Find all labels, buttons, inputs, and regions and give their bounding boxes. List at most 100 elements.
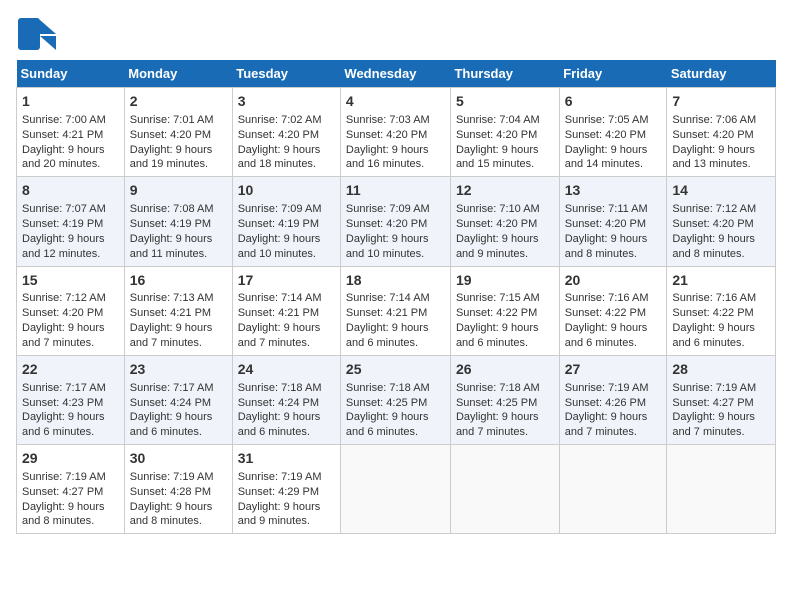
sunset-label: Sunset: 4:23 PM xyxy=(22,397,103,409)
sunset-label: Sunset: 4:27 PM xyxy=(22,486,103,498)
calendar-day-31: 31Sunrise: 7:19 AMSunset: 4:29 PMDayligh… xyxy=(232,445,340,534)
calendar-day-29: 29Sunrise: 7:19 AMSunset: 4:27 PMDayligh… xyxy=(17,445,125,534)
sunrise-label: Sunrise: 7:09 AM xyxy=(238,203,322,215)
sunrise-label: Sunrise: 7:11 AM xyxy=(565,203,648,215)
day-number: 16 xyxy=(130,271,227,290)
calendar-day-11: 11Sunrise: 7:09 AMSunset: 4:20 PMDayligh… xyxy=(340,177,450,266)
calendar-body: 1Sunrise: 7:00 AMSunset: 4:21 PMDaylight… xyxy=(17,88,776,534)
sunset-label: Sunset: 4:20 PM xyxy=(672,129,753,141)
day-number: 24 xyxy=(238,360,335,379)
daylight-label: Daylight: 9 hours and 8 minutes. xyxy=(130,501,213,528)
daylight-label: Daylight: 9 hours and 6 minutes. xyxy=(456,322,539,349)
sunrise-label: Sunrise: 7:15 AM xyxy=(456,292,540,304)
sunset-label: Sunset: 4:20 PM xyxy=(565,218,646,230)
daylight-label: Daylight: 9 hours and 6 minutes. xyxy=(130,411,213,438)
day-number: 30 xyxy=(130,449,227,468)
empty-cell xyxy=(340,445,450,534)
daylight-label: Daylight: 9 hours and 6 minutes. xyxy=(238,411,321,438)
header-wednesday: Wednesday xyxy=(340,60,450,88)
calendar-day-14: 14Sunrise: 7:12 AMSunset: 4:20 PMDayligh… xyxy=(667,177,776,266)
empty-cell xyxy=(559,445,667,534)
calendar-day-27: 27 Sunrise: 7:19 AM Sunset: 4:26 PM Dayligh… xyxy=(559,355,667,444)
day-number: 6 xyxy=(565,92,662,111)
sunset-label: Sunset: 4:25 PM xyxy=(346,397,427,409)
header-thursday: Thursday xyxy=(450,60,559,88)
daylight-label: Daylight: 9 hours and 7 minutes. xyxy=(456,411,539,438)
daylight-label: Daylight: 9 hours and 6 minutes. xyxy=(346,411,429,438)
sunset-label: Sunset: 4:19 PM xyxy=(238,218,319,230)
sunrise-label: Sunrise: 7:19 AM xyxy=(130,471,214,483)
daylight-label: Daylight: 9 hours and 16 minutes. xyxy=(346,144,429,171)
sunset-label: Sunset: 4:21 PM xyxy=(130,307,211,319)
day-number: 1 xyxy=(22,92,119,111)
calendar-day-1: 1Sunrise: 7:00 AMSunset: 4:21 PMDaylight… xyxy=(17,88,125,177)
daylight-label: Daylight: 9 hours and 7 minutes. xyxy=(565,411,648,438)
sunset-label: Sunset: 4:24 PM xyxy=(238,397,319,409)
daylight-label: Daylight: 9 hours and 13 minutes. xyxy=(672,144,755,171)
calendar-day-4: 4Sunrise: 7:03 AMSunset: 4:20 PMDaylight… xyxy=(340,88,450,177)
sunset-label: Sunset: 4:20 PM xyxy=(22,307,103,319)
day-number: 21 xyxy=(672,271,770,290)
calendar-week-2: 8Sunrise: 7:07 AMSunset: 4:19 PMDaylight… xyxy=(17,177,776,266)
header-saturday: Saturday xyxy=(667,60,776,88)
calendar-day-7: 7Sunrise: 7:06 AMSunset: 4:20 PMDaylight… xyxy=(667,88,776,177)
calendar-day-26: 26Sunrise: 7:18 AMSunset: 4:25 PMDayligh… xyxy=(450,355,559,444)
calendar-day-8: 8Sunrise: 7:07 AMSunset: 4:19 PMDaylight… xyxy=(17,177,125,266)
sunset-label: Sunset: 4:21 PM xyxy=(22,129,103,141)
day-number: 9 xyxy=(130,181,227,200)
calendar-day-19: 19Sunrise: 7:15 AMSunset: 4:22 PMDayligh… xyxy=(450,266,559,355)
sunset-label: Sunset: 4:20 PM xyxy=(565,129,646,141)
calendar-day-20: 20Sunrise: 7:16 AMSunset: 4:22 PMDayligh… xyxy=(559,266,667,355)
calendar-day-10: 10Sunrise: 7:09 AMSunset: 4:19 PMDayligh… xyxy=(232,177,340,266)
sunrise-label: Sunrise: 7:07 AM xyxy=(22,203,106,215)
sunrise-label: Sunrise: 7:19 AM xyxy=(565,382,649,394)
sunrise-label: Sunrise: 7:14 AM xyxy=(346,292,430,304)
calendar-day-16: 16 Sunrise: 7:13 AM Sunset: 4:21 PM Dayligh… xyxy=(124,266,232,355)
day-number: 4 xyxy=(346,92,445,111)
sunrise-label: Sunrise: 7:10 AM xyxy=(456,203,540,215)
daylight-label: Daylight: 9 hours and 7 minutes. xyxy=(130,322,213,349)
calendar-day-21: 21Sunrise: 7:16 AMSunset: 4:22 PMDayligh… xyxy=(667,266,776,355)
sunrise-label: Sunrise: 7:17 AM xyxy=(130,382,214,394)
sunrise-label: Sunrise: 7:02 AM xyxy=(238,114,322,126)
day-number: 7 xyxy=(672,92,770,111)
empty-cell xyxy=(450,445,559,534)
day-number: 27 xyxy=(565,360,662,379)
daylight-label: Daylight: 9 hours and 7 minutes. xyxy=(672,411,755,438)
sunset-label: Sunset: 4:29 PM xyxy=(238,486,319,498)
daylight-label: Daylight: 9 hours and 6 minutes. xyxy=(565,322,648,349)
sunrise-label: Sunrise: 7:16 AM xyxy=(672,292,756,304)
daylight-label: Daylight: 9 hours and 19 minutes. xyxy=(130,144,213,171)
calendar-day-30: 30Sunrise: 7:19 AMSunset: 4:28 PMDayligh… xyxy=(124,445,232,534)
day-number: 13 xyxy=(565,181,662,200)
sunrise-label: Sunrise: 7:19 AM xyxy=(238,471,322,483)
day-number: 17 xyxy=(238,271,335,290)
sunset-label: Sunset: 4:20 PM xyxy=(456,218,537,230)
calendar-day-3: 3Sunrise: 7:02 AMSunset: 4:20 PMDaylight… xyxy=(232,88,340,177)
sunset-label: Sunset: 4:22 PM xyxy=(565,307,646,319)
sunrise-label: Sunrise: 7:14 AM xyxy=(238,292,322,304)
day-number: 3 xyxy=(238,92,335,111)
sunrise-label: Sunrise: 7:01 AM xyxy=(130,114,214,126)
empty-cell xyxy=(667,445,776,534)
day-number: 26 xyxy=(456,360,554,379)
calendar-day-17: 17Sunrise: 7:14 AMSunset: 4:21 PMDayligh… xyxy=(232,266,340,355)
calendar-day-18: 18Sunrise: 7:14 AMSunset: 4:21 PMDayligh… xyxy=(340,266,450,355)
sunrise-label: Sunrise: 7:18 AM xyxy=(238,382,322,394)
sunset-label: Sunset: 4:26 PM xyxy=(565,397,646,409)
sunrise-label: Sunrise: 7:18 AM xyxy=(346,382,430,394)
sunset-label: Sunset: 4:24 PM xyxy=(130,397,211,409)
sunrise-label: Sunrise: 7:19 AM xyxy=(672,382,756,394)
day-number: 15 xyxy=(22,271,119,290)
daylight-label: Daylight: 9 hours and 12 minutes. xyxy=(22,233,105,260)
sunrise-label: Sunrise: 7:13 AM xyxy=(130,292,214,304)
sunset-label: Sunset: 4:20 PM xyxy=(672,218,753,230)
calendar-week-5: 29 Sunrise: 7:19 AM Sunset: 4:27 PM Dayligh… xyxy=(17,445,776,534)
calendar-week-4: 22Sunrise: 7:17 AMSunset: 4:23 PMDayligh… xyxy=(17,355,776,444)
sunrise-label: Sunrise: 7:12 AM xyxy=(22,292,106,304)
sunrise-label: Sunrise: 7:17 AM xyxy=(22,382,106,394)
sunset-label: Sunset: 4:21 PM xyxy=(346,307,427,319)
day-number: 29 xyxy=(22,449,119,468)
daylight-label: Daylight: 9 hours and 10 minutes. xyxy=(346,233,429,260)
day-number: 19 xyxy=(456,271,554,290)
